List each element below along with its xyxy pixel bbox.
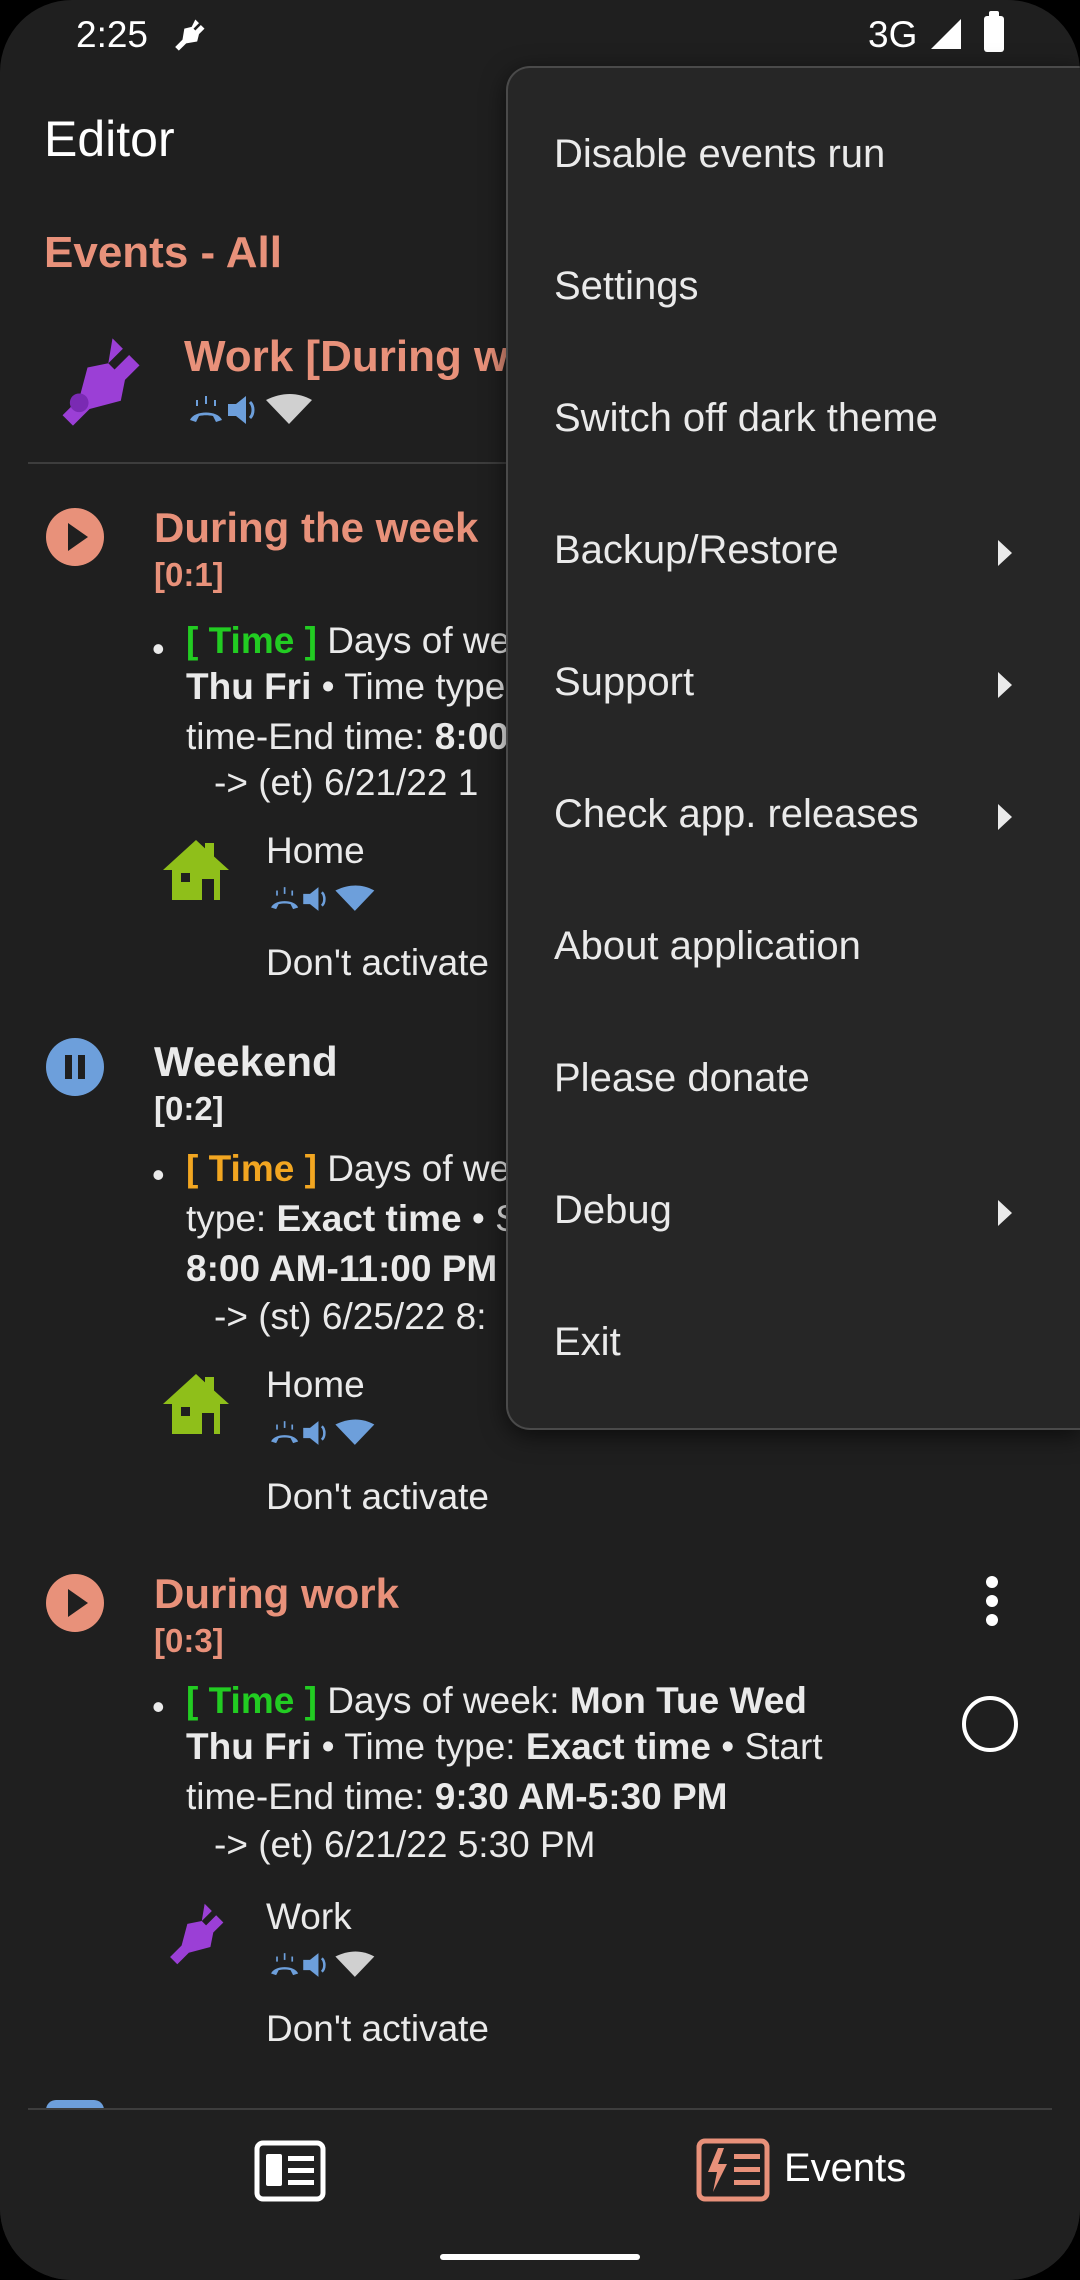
event-condition-line: Thu Fri • Time type: Exact time • Start bbox=[186, 1726, 823, 1768]
submenu-arrow-icon bbox=[998, 1200, 1012, 1226]
menu-item-label: Debug bbox=[554, 1188, 672, 1232]
event-paused-icon[interactable] bbox=[46, 1038, 104, 1096]
submenu-arrow-icon bbox=[998, 540, 1012, 566]
event-condition-line: [ Time ] Days of we bbox=[186, 620, 510, 662]
event-title: Weekend bbox=[154, 1038, 338, 1085]
menu-item-label: Settings bbox=[554, 264, 699, 308]
submenu-arrow-icon bbox=[998, 672, 1012, 698]
menu-item-label: Disable events run bbox=[554, 132, 886, 176]
signal-icon bbox=[931, 19, 961, 49]
home-icon bbox=[163, 840, 229, 900]
time-condition-label: [ Time ] bbox=[186, 1148, 317, 1189]
condition-text: Days of we bbox=[327, 620, 511, 661]
profile-indicators-icon bbox=[271, 1951, 375, 1977]
menu-item-settings[interactable]: Settings bbox=[508, 222, 1080, 354]
event-condition-line: [ Time ] Days of week: Mon Tue Wed bbox=[186, 1680, 807, 1722]
condition-text: type: bbox=[186, 1198, 277, 1239]
event-title: During the week bbox=[154, 504, 479, 551]
profiles-tab-icon[interactable] bbox=[254, 2140, 326, 2202]
condition-value: Thu Fri bbox=[186, 1726, 312, 1767]
menu-item-label: Please donate bbox=[554, 1056, 810, 1100]
menu-item-switch-theme[interactable]: Switch off dark theme bbox=[508, 354, 1080, 486]
event-condition-line: 8:00 AM-11:00 PM bbox=[186, 1248, 497, 1290]
home-icon bbox=[163, 1374, 229, 1434]
event-profile-name: Home bbox=[266, 1364, 365, 1405]
condition-value: 9:30 AM-5:30 PM bbox=[434, 1776, 728, 1817]
condition-value: Mon Tue Wed bbox=[569, 1680, 807, 1721]
condition-value: 8:00 AM-11:00 PM bbox=[186, 1248, 498, 1289]
events-tab-icon[interactable] bbox=[696, 2138, 770, 2202]
screen: 2:25 3G Editor Events - All Work [During… bbox=[0, 0, 1080, 2280]
submenu-arrow-icon bbox=[998, 804, 1012, 830]
time-condition-label: [ Time ] bbox=[186, 1680, 317, 1721]
overflow-menu: Disable events run Settings Switch off d… bbox=[506, 66, 1080, 1430]
event-condition-line: Thu Fri • Time type bbox=[186, 666, 505, 708]
status-bar: 2:25 3G bbox=[0, 0, 1080, 70]
condition-value: Exact time bbox=[525, 1726, 711, 1767]
event-end-time: -> (et) 6/21/22 1 bbox=[214, 762, 479, 803]
condition-text: • Start bbox=[710, 1726, 823, 1767]
event-id: [0:2] bbox=[154, 1090, 224, 1127]
status-time: 2:25 bbox=[76, 14, 149, 55]
event-condition-line: [ Time ] Days of we bbox=[186, 1148, 510, 1190]
time-condition-label: [ Time ] bbox=[186, 620, 317, 661]
bullet: • bbox=[152, 1154, 165, 1195]
menu-item-support[interactable]: Support bbox=[508, 618, 1080, 750]
menu-item-check-releases[interactable]: Check app. releases bbox=[508, 750, 1080, 882]
event-profile-activate: Don't activate bbox=[266, 2008, 490, 2049]
event-profile-name: Home bbox=[266, 830, 365, 871]
page-title: Editor bbox=[44, 111, 175, 167]
plug-icon bbox=[62, 338, 140, 426]
event-profile-name: Work bbox=[266, 1896, 352, 1937]
profile-indicators-icon bbox=[271, 885, 375, 911]
event-end-time: -> (et) 6/21/22 5:30 PM bbox=[214, 1824, 596, 1865]
condition-value: Thu Fri bbox=[186, 666, 312, 707]
profile-indicators-icon bbox=[190, 394, 312, 424]
condition-text: • Time type: bbox=[311, 1726, 526, 1767]
menu-item-label: About application bbox=[554, 924, 861, 968]
menu-item-label: Check app. releases bbox=[554, 792, 919, 836]
condition-value: Exact time bbox=[276, 1198, 462, 1239]
event-title: During work bbox=[154, 1570, 400, 1617]
event-menu-button[interactable] bbox=[974, 1576, 1010, 1636]
menu-item-donate[interactable]: Please donate bbox=[508, 1014, 1080, 1146]
condition-text: time-End time: bbox=[186, 716, 435, 757]
section-title: Events - All bbox=[44, 228, 282, 277]
menu-item-label: Switch off dark theme bbox=[554, 396, 938, 440]
menu-item-exit[interactable]: Exit bbox=[508, 1278, 1080, 1410]
network-type: 3G bbox=[868, 14, 918, 55]
event-profile-activate: Don't activate bbox=[266, 942, 490, 983]
condition-text: Days of week: bbox=[327, 1680, 570, 1721]
bullet: • bbox=[152, 628, 165, 669]
menu-item-disable-events-run[interactable]: Disable events run bbox=[508, 90, 1080, 222]
event-ignore-manual-activation-toggle[interactable] bbox=[962, 1696, 1018, 1752]
event-condition-line: type: Exact time • S bbox=[186, 1198, 520, 1240]
event-id: [0:3] bbox=[154, 1622, 224, 1659]
menu-item-label: Exit bbox=[554, 1320, 621, 1364]
plug-icon bbox=[170, 1903, 224, 1965]
event-profile-activate: Don't activate bbox=[266, 1476, 490, 1517]
bullet: • bbox=[152, 1686, 165, 1727]
profile-name: Work [During wo bbox=[184, 332, 536, 381]
condition-text: Days of we bbox=[327, 1148, 511, 1189]
profile-indicators-icon bbox=[271, 1419, 375, 1445]
condition-text: • Time type bbox=[311, 666, 506, 707]
event-id: [0:1] bbox=[154, 556, 224, 593]
event-running-icon[interactable] bbox=[46, 508, 104, 566]
condition-text: time-End time: bbox=[186, 1776, 435, 1817]
menu-item-debug[interactable]: Debug bbox=[508, 1146, 1080, 1278]
event-start-time: -> (st) 6/25/22 8: bbox=[214, 1296, 487, 1337]
menu-item-backup-restore[interactable]: Backup/Restore bbox=[508, 486, 1080, 618]
gesture-bar[interactable] bbox=[440, 2254, 640, 2260]
menu-item-label: Support bbox=[554, 660, 695, 704]
event-running-icon[interactable] bbox=[46, 1574, 104, 1632]
menu-item-about[interactable]: About application bbox=[508, 882, 1080, 1014]
condition-value: 8:00 bbox=[434, 716, 509, 757]
event-condition-line: time-End time: 8:00 bbox=[186, 716, 509, 758]
menu-item-label: Backup/Restore bbox=[554, 528, 839, 572]
plug-icon bbox=[175, 19, 205, 51]
battery-icon bbox=[984, 11, 1004, 52]
events-tab-label[interactable]: Events bbox=[784, 2146, 906, 2191]
event-condition-line: time-End time: 9:30 AM-5:30 PM bbox=[186, 1776, 727, 1818]
